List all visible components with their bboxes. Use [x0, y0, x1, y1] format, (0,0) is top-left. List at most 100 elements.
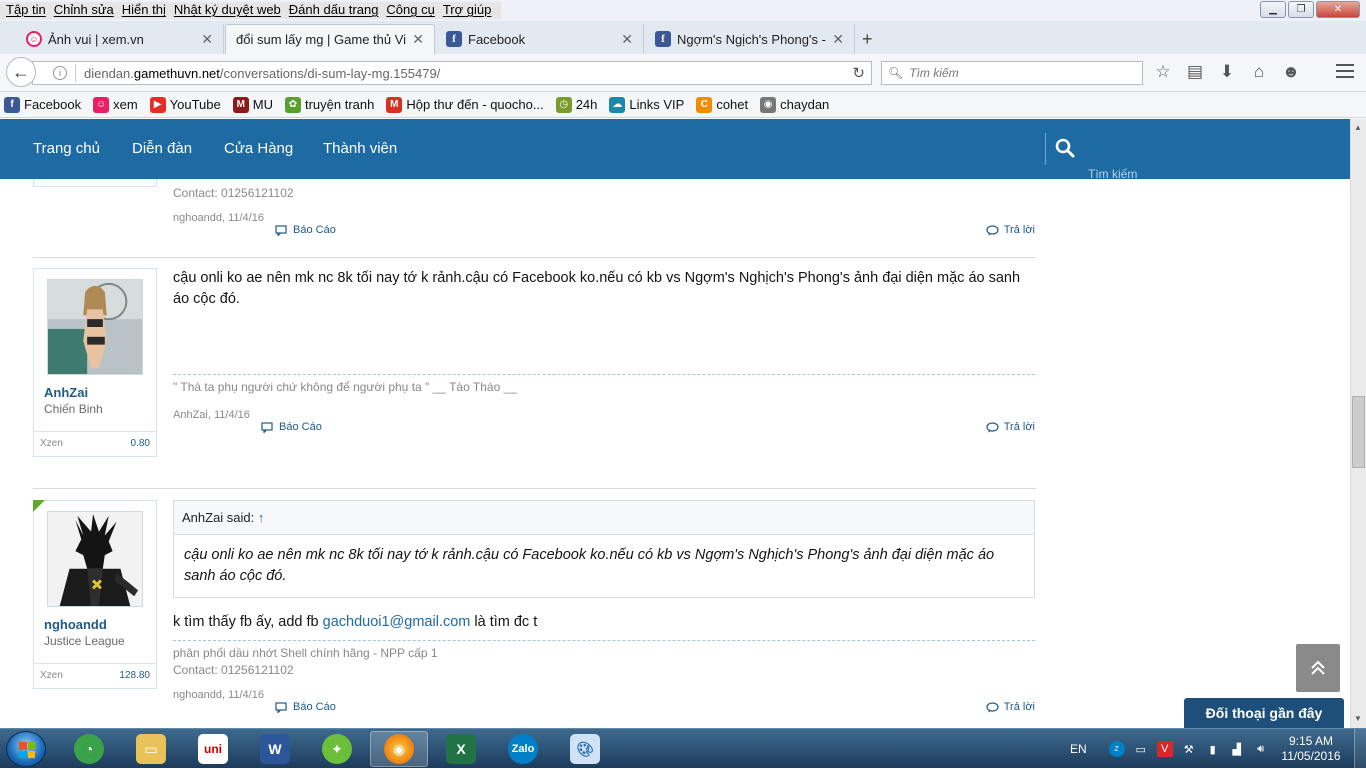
username[interactable]: AnhZai — [44, 385, 88, 400]
language-indicator[interactable]: EN — [1070, 742, 1087, 756]
reload-icon[interactable]: ↻ — [852, 64, 865, 82]
author-link[interactable]: nghoandd — [173, 212, 222, 224]
menu-item[interactable]: Tập tin — [4, 2, 52, 19]
report-button[interactable]: Báo Cáo — [261, 421, 322, 433]
url-path: /conversations/di-sum-lay-mg.155479/ — [219, 65, 441, 81]
page-scrollbar[interactable]: ▲ ▼ — [1350, 119, 1366, 728]
monitor-tray-icon[interactable]: ▭ — [1133, 741, 1149, 757]
bookmark-label: MU — [252, 97, 273, 112]
new-tab-icon[interactable]: + — [862, 29, 873, 50]
show-desktop-button[interactable] — [1354, 729, 1366, 769]
bookmark-item[interactable]: ▶ YouTube — [149, 96, 221, 113]
scroll-up-icon[interactable]: ▲ — [1354, 123, 1362, 132]
scroll-to-top-button[interactable] — [1296, 644, 1340, 692]
tab-gamethu[interactable]: đổi sum lấy mg | Game thủ Việ... ✕ — [225, 24, 435, 54]
scrollbar-thumb[interactable] — [1352, 396, 1365, 468]
bookmark-item[interactable]: ✿ truyện tranh — [284, 96, 374, 113]
taskbar-zalo[interactable]: Zalo — [494, 731, 552, 767]
search-input[interactable]: 🔍︎ Tìm kiếm — [881, 61, 1143, 85]
unikey-tray-icon[interactable]: V — [1156, 741, 1173, 757]
taskbar-excel[interactable]: X — [432, 731, 490, 767]
quote-jump-icon[interactable]: ↑ — [258, 510, 265, 525]
menu-item[interactable]: Đánh dấu trang — [287, 2, 385, 19]
bookmark-item[interactable]: ◉ chaydan — [760, 96, 830, 113]
volume-icon[interactable]: 🔊︎ — [1253, 741, 1269, 757]
site-info-icon[interactable]: i — [53, 66, 67, 80]
search-icon[interactable] — [1054, 137, 1076, 159]
taskbar-explorer[interactable]: ▭ — [122, 731, 180, 767]
usb-tray-icon[interactable]: ▮ — [1205, 741, 1221, 757]
excel-icon: X — [446, 734, 476, 764]
close-tab-icon[interactable]: ✕ — [412, 31, 424, 48]
url-bar[interactable]: i diendan. gamethuvn.net/conversations/di… — [32, 61, 872, 85]
avatar[interactable] — [47, 511, 143, 607]
email-link[interactable]: gachduoi1@gmail.com — [323, 614, 471, 630]
nav-members[interactable]: Thành viên — [323, 140, 397, 157]
taskbar-firefox[interactable]: ◉ — [370, 731, 428, 767]
taskbar-word[interactable]: W — [246, 731, 304, 767]
bookmark-star-icon[interactable]: ☆ — [1153, 62, 1173, 82]
reply-button[interactable]: Trả lời — [986, 421, 1035, 433]
menu-item[interactable]: Chỉnh sửa — [52, 2, 120, 19]
nav-home[interactable]: Trang chủ — [33, 140, 100, 157]
taskbar-coccoc[interactable]: ◔ — [60, 731, 118, 767]
word-icon: W — [260, 734, 290, 764]
network-tray-icon[interactable]: ⚒ — [1181, 741, 1197, 757]
taskbar-messenger[interactable]: ✦ — [308, 731, 366, 767]
bookmark-item[interactable]: ☁ Links VIP — [609, 96, 684, 113]
zalo-tray-icon[interactable]: Z — [1108, 741, 1125, 757]
menu-item[interactable]: Hiển thị — [120, 2, 172, 19]
author-link[interactable]: nghoandd — [173, 689, 222, 701]
tab-facebook-profile[interactable]: f Ngợm's Ngịch's Phong's - ... ✕ — [645, 24, 855, 54]
message-body: k tìm thấy fb ấy, add fb gachduoi1@gmail… — [173, 612, 1033, 633]
avatar[interactable] — [47, 279, 143, 375]
signal-tray-icon[interactable]: ▟ — [1229, 741, 1245, 757]
bookmark-label: chaydan — [780, 97, 830, 112]
clock[interactable]: 9:15 AM 11/05/2016 — [1276, 734, 1346, 764]
report-button[interactable]: Báo Cáo — [275, 701, 336, 713]
scroll-down-icon[interactable]: ▼ — [1354, 714, 1362, 723]
start-button[interactable] — [6, 731, 46, 767]
coccoc-icon: ◔ — [74, 734, 104, 764]
menu-bar: Tập tin Chỉnh sửa Hiển thị Nhật ký duyệt we… — [0, 0, 1366, 21]
bookmark-item[interactable]: ◷ 24h — [555, 96, 597, 113]
quote-header: AnhZai said: ↑ — [174, 501, 1034, 535]
tab-xem[interactable]: ☺ Ảnh vui | xem.vn ✕ — [16, 24, 224, 54]
tab-facebook[interactable]: f Facebook ✕ — [436, 24, 644, 54]
bookmark-item[interactable]: M Hộp thư đến - quocho... — [386, 96, 544, 113]
back-button[interactable]: ← — [6, 57, 36, 87]
menu-item[interactable]: Trợ giúp — [441, 2, 498, 19]
close-tab-icon[interactable]: ✕ — [201, 31, 213, 48]
bookmark-item[interactable]: Ccohet — [696, 96, 748, 113]
restore-button[interactable]: ❐ — [1288, 1, 1314, 18]
bookmark-item[interactable]: M MU — [232, 96, 273, 113]
reply-button[interactable]: Trả lời — [986, 224, 1035, 236]
close-tab-icon[interactable]: ✕ — [621, 31, 633, 48]
username[interactable]: nghoandd — [44, 617, 107, 632]
reply-button[interactable]: Trả lời — [986, 701, 1035, 713]
hello-icon[interactable]: ☻ — [1281, 62, 1301, 82]
report-button[interactable]: Báo Cáo — [275, 224, 336, 236]
menu-icon[interactable] — [1336, 64, 1354, 82]
close-tab-icon[interactable]: ✕ — [832, 31, 844, 48]
taskbar-paint[interactable]: 🎨︎ — [556, 731, 614, 767]
signature-line: phân phối dầu nhớt Shell chính hãng - NP… — [173, 646, 438, 660]
nav-forums[interactable]: Diễn đàn — [132, 140, 192, 157]
nav-store[interactable]: Cửa Hàng — [224, 140, 293, 157]
report-label: Báo Cáo — [293, 701, 336, 713]
bookmark-item[interactable]: f Facebook — [4, 96, 81, 113]
reading-list-icon[interactable]: ▤ — [1185, 62, 1205, 82]
tab-title: Facebook — [468, 31, 526, 47]
menu-item[interactable]: Công cụ — [384, 2, 440, 19]
close-window-button[interactable]: ✕ — [1316, 1, 1360, 18]
home-icon[interactable]: ⌂ — [1249, 62, 1269, 82]
reply-label: Trả lời — [1003, 421, 1035, 433]
downloads-icon[interactable]: ⬇ — [1217, 62, 1237, 82]
taskbar-unikey[interactable]: uni — [184, 731, 242, 767]
menu-item[interactable]: Nhật ký duyệt web — [172, 2, 287, 19]
report-label: Báo Cáo — [293, 224, 336, 236]
minimize-button[interactable]: ▁ — [1260, 1, 1286, 18]
bookmark-item[interactable]: ☺ xem — [93, 96, 138, 113]
author-link[interactable]: AnhZai — [173, 409, 208, 421]
recent-conversations-button[interactable]: Đối thoại gần đây — [1184, 698, 1344, 728]
